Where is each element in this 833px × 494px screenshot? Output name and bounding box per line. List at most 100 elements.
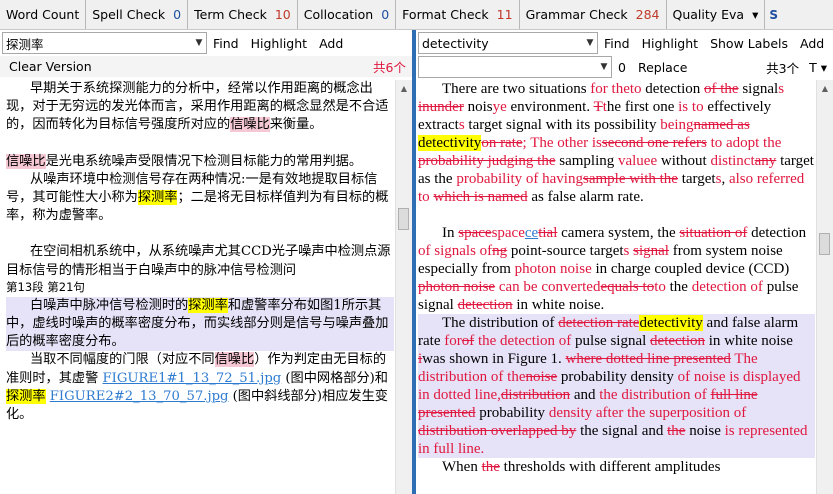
quality-eval-tab[interactable]: Quality Eva ▾ [667, 0, 766, 29]
chevron-down-icon: ▾ [820, 59, 827, 75]
inserted-text: probability of having [456, 171, 583, 187]
grammar-check-label: Grammar Check [525, 7, 628, 22]
text-run: noise [685, 423, 725, 439]
inserted-text: to [654, 279, 666, 295]
deleted-text: T [593, 99, 603, 115]
source-document[interactable]: 早期关于系统探测能力的分析中，经常以作用距离的概念出现，对于无穷远的发光体而言，… [6, 80, 394, 494]
source-scrollbar[interactable]: ▲ [395, 80, 412, 494]
target-paragraph: When the thresholds with different ampli… [418, 458, 815, 476]
chevron-down-icon[interactable]: ▼ [597, 62, 611, 72]
chevron-down-icon[interactable]: ▼ [192, 38, 206, 48]
replace-combo[interactable]: ▼ [418, 56, 612, 78]
source-add-button[interactable]: Add [313, 36, 349, 51]
text-run: thresholds with different amplitudes [499, 459, 721, 475]
grammar-check-count: 284 [635, 7, 660, 22]
deleted-text: second one refers [601, 135, 707, 151]
deleted-text: inunder [418, 99, 464, 115]
deleted-text: detection [650, 333, 706, 349]
format-check-tab[interactable]: Format Check 11 [396, 0, 520, 29]
grammar-check-tab[interactable]: Grammar Check 284 [520, 0, 667, 29]
text-run: environment. [506, 99, 594, 115]
inserted-text: is to [678, 99, 704, 115]
source-match-count: 共6个 [373, 60, 406, 75]
source-paragraph: 早期关于系统探测能力的分析中，经常以作用距离的概念出现，对于无穷远的发光体而言，… [6, 80, 394, 135]
text-run: nois [463, 99, 493, 115]
inserted-text: photon noise [514, 261, 592, 277]
collocation-tab[interactable]: Collocation 0 [298, 0, 397, 29]
deleted-text: sample with the [582, 171, 678, 187]
format-check-count: 11 [496, 7, 513, 22]
figure-link[interactable]: FIGURE2#2_13_70_57.jpg [50, 389, 229, 404]
scroll-up-icon[interactable]: ▲ [817, 82, 833, 96]
term-check-tab[interactable]: Term Check 10 [188, 0, 298, 29]
source-paragraph: 在空间相机系统中，从系统噪声尤其CCD光子噪声中检测点源目标信号的情形相当于白噪… [6, 243, 394, 279]
source-search-combo[interactable]: 探测率 ▼ [2, 32, 207, 54]
snr-term-highlight: 信噪比 [214, 352, 255, 368]
text-run: detection [747, 225, 807, 241]
text-run: probability density [557, 369, 678, 385]
collocation-label: Collocation [303, 7, 374, 22]
t-menu-button[interactable]: T ▾ [799, 60, 833, 75]
text-run: the [665, 279, 692, 295]
text-run: 是光电系统噪声受限情况下检测目标能力的常用判据。 [45, 153, 363, 169]
inserted-text: the distribution of [599, 387, 707, 403]
show-labels-button[interactable]: Show Labels [704, 36, 794, 51]
target-find-button[interactable]: Find [598, 36, 636, 51]
text-run: in white noise. [512, 297, 605, 313]
target-highlight-button[interactable]: Highlight [636, 36, 704, 51]
deleted-text: tial [538, 225, 558, 241]
inserted-text: distinct [710, 153, 755, 169]
text-run: 早期关于系统探测能力的分析中，经常以作用距离的概念出现，对于无穷远的发光体而言，… [6, 81, 389, 133]
format-check-label: Format Check [402, 7, 489, 22]
replace-button[interactable]: Replace [632, 60, 693, 75]
figure-link[interactable]: ce [525, 225, 538, 241]
source-paragraph: 信噪比是光电系统噪声受限情况下检测目标能力的常用判据。 [6, 153, 394, 171]
source-highlight-button[interactable]: Highlight [245, 36, 313, 51]
detectivity-term-highlight: 探测率 [137, 190, 178, 206]
text-run: The distribution of [442, 315, 559, 331]
text-run: When [442, 459, 482, 475]
scroll-up-icon[interactable]: ▲ [396, 82, 412, 96]
word-count-tab[interactable]: Word Count [0, 0, 87, 29]
t-menu-label: T [809, 59, 817, 75]
quality-eval-dropdown-icon[interactable]: ▾ [752, 7, 758, 22]
inserted-text: to [706, 135, 726, 151]
source-paragraph-selected: 白噪声中脉冲信号检测时的探测率和虚警率分布如图1所示其中，虚线时噪声的概率密度分… [6, 297, 394, 352]
target-add-button[interactable]: Add [794, 36, 830, 51]
collocation-count: 0 [381, 7, 390, 22]
detectivity-term-highlight: 探测率 [188, 297, 228, 313]
target-paragraph: There are two situations for theto detec… [418, 80, 815, 206]
clear-version-button[interactable]: Clear Version [0, 59, 92, 74]
target-paragraph: In spacespacecetial camera system, the s… [418, 224, 815, 314]
target-paragraph-selected: The distribution of detection ratedetect… [418, 314, 815, 458]
inserted-text: being [660, 117, 694, 133]
deleted-text: the [667, 423, 686, 439]
deleted-text: of the [704, 81, 739, 97]
source-search-input[interactable]: 探测率 [3, 34, 192, 53]
target-scrollbar[interactable]: ▲ [816, 80, 833, 494]
snr-term-highlight: 信噪比 [6, 153, 46, 169]
target-search-input[interactable]: detectivity [419, 36, 583, 51]
source-scroll-thumb[interactable] [398, 208, 409, 230]
replace-count: 0 [618, 59, 626, 75]
deleted-text: photon noise [418, 279, 496, 295]
source-find-button[interactable]: Find [207, 36, 245, 51]
deleted-text: space [458, 225, 492, 241]
text-run: In [442, 225, 459, 241]
target-scroll-thumb[interactable] [819, 233, 830, 255]
figure-link[interactable]: FIGURE1#1_13_72_51.jpg [103, 371, 282, 386]
target-search-combo[interactable]: detectivity ▼ [418, 32, 598, 54]
spell-check-tab[interactable]: Spell Check 0 [86, 0, 189, 29]
text-run: point-source target [507, 243, 624, 259]
text-run: and [570, 387, 600, 403]
toolbar-overflow[interactable]: S [765, 8, 778, 22]
text-run: target signal with its possibility [464, 117, 661, 133]
deleted-text: any [754, 153, 777, 169]
deleted-text: where dotted line presented [565, 351, 731, 367]
text-run: 在空间相机系统中，从系统噪声尤其CCD光子噪声中检测点源目标信号的情形相当于白噪… [6, 244, 391, 278]
chevron-down-icon[interactable]: ▼ [583, 38, 597, 48]
deleted-text: distribution overlapped by [418, 423, 577, 439]
deleted-text: probability judging the [418, 153, 556, 169]
target-document[interactable]: There are two situations for theto detec… [418, 80, 815, 494]
detectivity-term-highlight: detectivity [418, 135, 482, 151]
